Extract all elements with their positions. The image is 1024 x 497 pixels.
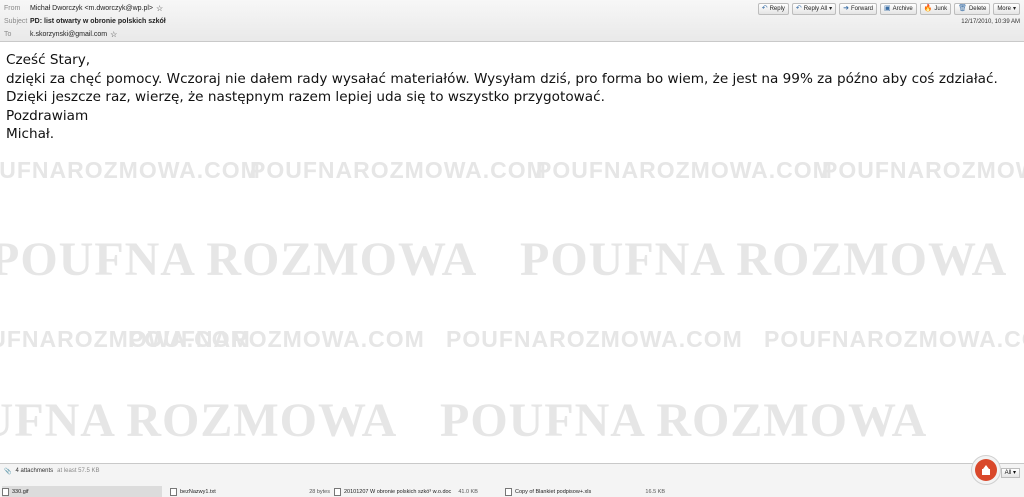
reply-all-button[interactable]: ↶ Reply All ▾ [791, 3, 837, 15]
archive-icon: ▣ [884, 5, 891, 12]
from-label: From [4, 5, 21, 12]
junk-label: Junk [934, 6, 948, 12]
junk-button[interactable]: 🔥 Junk [919, 3, 952, 15]
attachment-name: Copy of Blankiet podpisow+.xls [515, 488, 592, 495]
watermark-row-2d: POUFNAROZMOWA.COM [764, 326, 1024, 352]
subject-label: Subject [4, 18, 28, 25]
junk-icon: 🔥 [923, 5, 933, 12]
watermark-big-1b: POUFNA ROZMOWA [520, 233, 1008, 286]
signature-line: Michał. [6, 126, 55, 143]
watermark-row-1b: POUFNAROZMOWA.COM [250, 157, 547, 183]
trash-icon: 🗑 [958, 5, 967, 12]
forward-label: Forward [851, 6, 874, 12]
attachment-name: bezNazwy1.txt [180, 488, 216, 495]
reply-all-label: Reply All [803, 6, 828, 12]
doc-file-icon [334, 487, 341, 496]
save-all-button[interactable]: All ▾ [1000, 468, 1020, 478]
image-file-icon [2, 487, 9, 496]
star-icon[interactable]: ☆ [110, 29, 117, 40]
subject-row: Subject PD: list otwarty w obronie polsk… [4, 16, 166, 27]
reply-all-icon: ↶ [795, 5, 802, 12]
subject-text: PD: list otwarty w obronie polskich szkó… [30, 18, 166, 25]
forward-icon: ➜ [843, 5, 850, 12]
from-row: From Michał Dworczyk <m.dworczyk@wp.pl> … [4, 3, 163, 14]
watermark-row-1c: POUFNAROZMOWA.COM [536, 157, 833, 183]
message-body: Cześć Stary, dzięki za chęć pomocy. Wczo… [6, 51, 1018, 144]
watermark-row-2b: POUFNAROZMOWA.COM [128, 326, 425, 352]
attachment-list: 330.gif bezNazwy1.txt 28 bytes 20101207 … [0, 486, 1024, 497]
more-button[interactable]: More ▾ [993, 3, 1020, 15]
attachments-pane: 📎 4 attachments at least 57.5 KB All ▾ 3… [0, 463, 1024, 497]
to-address[interactable]: k.skorzynski@gmail.com [30, 29, 107, 40]
alert-icon [975, 459, 997, 481]
message-date: 12/17/2010, 10:39 AM [961, 19, 1020, 25]
greeting-line: Cześć Stary, [6, 52, 91, 68]
attachment-size: 28 bytes [309, 488, 330, 495]
attachment-size: 16.5 KB [645, 488, 665, 495]
delete-button[interactable]: 🗑 Delete [954, 3, 991, 15]
attachment-item[interactable]: bezNazwy1.txt 28 bytes [170, 486, 330, 497]
forward-button[interactable]: ➜ Forward [839, 3, 878, 15]
archive-label: Archive [892, 6, 913, 12]
star-icon[interactable]: ☆ [156, 3, 163, 14]
attachments-count: 4 attachments [15, 468, 54, 474]
attachment-item[interactable]: 330.gif [2, 486, 162, 497]
floating-action-button[interactable] [971, 455, 1001, 485]
closing-line: Pozdrawiam [6, 107, 89, 124]
archive-button[interactable]: ▣ Archive [880, 3, 917, 15]
attachment-name: 330.gif [12, 488, 29, 495]
to-row: To k.skorzynski@gmail.com ☆ [4, 29, 117, 40]
attachment-item[interactable]: Copy of Blankiet podpisow+.xls 16.5 KB [505, 486, 665, 497]
body-paragraph: dzięki za chęć pomocy. Wczoraj nie dałem… [6, 70, 1003, 106]
watermark-big-2b: POUFNA ROZMOWA [440, 394, 928, 447]
message-header: From Michał Dworczyk <m.dworczyk@wp.pl> … [0, 0, 1024, 42]
from-address[interactable]: Michał Dworczyk <m.dworczyk@wp.pl> [30, 3, 153, 14]
attachments-size: at least 57.5 KB [57, 468, 100, 474]
reply-button[interactable]: ↶ Reply [757, 3, 789, 15]
attachment-item[interactable]: 20101207 W obronie polskich szkó³ w.o.do… [334, 486, 500, 497]
paperclip-icon: 📎 [4, 469, 12, 475]
chevron-down-icon: ▾ [1012, 6, 1016, 12]
watermark-row-1d: POUFNAROZMOWA.COM [822, 157, 1024, 183]
save-all-label: All [1004, 470, 1012, 476]
delete-label: Delete [968, 6, 987, 12]
watermark-big-2: POUFNA ROZMOWA [0, 394, 398, 447]
watermark-row-2c: POUFNAROZMOWA.COM [446, 326, 743, 352]
attachments-header[interactable]: 📎 4 attachments at least 57.5 KB [4, 468, 100, 475]
chevron-down-icon[interactable]: ▾ [829, 4, 832, 14]
watermark-big-1: POUFNA ROZMOWA [0, 233, 478, 286]
more-label: More [997, 6, 1011, 12]
attachment-name: 20101207 W obronie polskich szkó³ w.o.do… [344, 488, 452, 495]
attachment-size: 41.0 KB [458, 488, 478, 495]
watermark-row-1: POUFNAROZMOWA.COM [0, 157, 261, 183]
reply-icon: ↶ [761, 5, 768, 12]
to-label: To [4, 31, 12, 38]
reply-label: Reply [769, 6, 785, 12]
text-file-icon [170, 487, 177, 496]
message-toolbar: ↶ Reply ↶ Reply All ▾ ➜ Forward ▣ Archive 🔥 Ju… [757, 3, 1020, 15]
xls-file-icon [505, 487, 512, 496]
